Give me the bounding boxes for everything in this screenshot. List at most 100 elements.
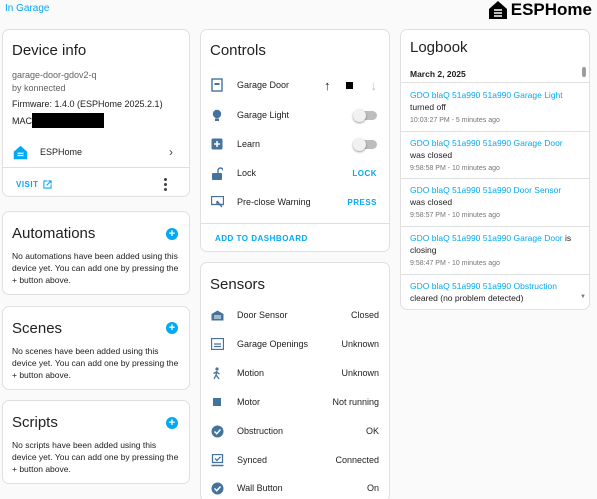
control-label: Pre-close Warning	[237, 197, 311, 207]
scripts-title: Scripts	[12, 414, 58, 431]
divider	[3, 167, 189, 168]
open-in-new-icon	[42, 180, 52, 189]
integration-row[interactable]: ESPHome ›	[3, 139, 189, 165]
garage-door-icon	[211, 78, 223, 92]
automations-title: Automations	[12, 225, 96, 242]
scripts-card: Scripts + No scripts have been added usi…	[2, 400, 190, 484]
scenes-title: Scenes	[12, 320, 63, 337]
sensor-value: Unknown	[341, 368, 379, 378]
logbook-entry-text: cleared (no problem detected)	[410, 293, 524, 303]
add-to-dashboard-button[interactable]: ADD TO DASHBOARD	[215, 234, 308, 243]
close-arrow-icon[interactable]: ↓	[371, 78, 378, 93]
sensor-row-garage-openings[interactable]: Garage Openings Unknown	[201, 330, 389, 358]
garage-icon	[211, 310, 223, 320]
sensor-row-obstruction[interactable]: Obstruction OK	[201, 417, 389, 445]
control-row-learn[interactable]: Learn	[201, 130, 389, 158]
logbook-entry: GDO blaQ 51a990 51a990 Door Sensor was c…	[410, 184, 577, 222]
logbook-entity-link[interactable]: GDO blaQ 51a990 51a990 Garage Door	[410, 138, 563, 148]
device-firmware: Firmware: 1.4.0 (ESPHome 2025.2.1)	[12, 99, 163, 109]
more-menu-icon[interactable]	[164, 178, 168, 191]
brand-name: ESPHome	[510, 0, 592, 19]
sensor-value: Not running	[332, 397, 379, 407]
visit-link[interactable]: VISIT	[16, 180, 52, 189]
lock-button[interactable]: LOCK	[352, 169, 377, 178]
scenes-desc: No scenes have been added using this dev…	[12, 346, 179, 380]
scripts-desc: No scripts have been added using this de…	[12, 440, 179, 474]
logbook-entry-text: was closed	[410, 197, 453, 207]
visit-label: VISIT	[16, 180, 39, 189]
logbook-entity-link[interactable]: GDO blaQ 51a990 51a990 Obstruction	[410, 281, 557, 291]
logbook-entry: GDO blaQ 51a990 51a990 Garage Door is cl…	[410, 232, 577, 270]
logbook-entry-text: turned off	[410, 102, 446, 112]
logbook-entity-link[interactable]: GDO blaQ 51a990 51a990 Door Sensor	[410, 185, 561, 195]
divider	[401, 131, 589, 132]
device-manufacturer: by konnected	[12, 83, 66, 93]
logbook-entry: GDO blaQ 51a990 51a990 Garage Door was c…	[410, 137, 577, 175]
chevron-right-icon: ›	[169, 145, 173, 159]
divider	[201, 223, 389, 224]
top-bar: In Garage ESPHome	[0, 0, 597, 24]
control-row-pre-close-warning[interactable]: Pre-close Warning PRESS	[201, 188, 389, 216]
control-row-garage-door[interactable]: Garage Door ↑ ↓	[201, 71, 389, 99]
logbook-date: March 2, 2025	[410, 69, 466, 79]
logbook-entry-time: 9:58:47 PM - 10 minutes ago	[410, 260, 500, 267]
stop-icon[interactable]	[345, 81, 353, 89]
sensor-row-door-sensor[interactable]: Door Sensor Closed	[201, 301, 389, 329]
logbook-entry: GDO blaQ 51a990 51a990 Obstruction clear…	[410, 280, 577, 304]
add-script-button[interactable]: +	[166, 417, 178, 429]
logbook-entry-time: 9:58:57 PM - 10 minutes ago	[410, 212, 500, 219]
sensor-value: Unknown	[341, 339, 379, 349]
automations-desc: No automations have been added using thi…	[12, 251, 179, 285]
logbook-card: Logbook March 2, 2025 GDO blaQ 51a990 51…	[400, 29, 590, 310]
device-info-title: Device info	[12, 42, 87, 59]
open-arrow-icon[interactable]: ↑	[324, 78, 331, 93]
sync-icon	[211, 453, 223, 466]
sensor-row-wall-button[interactable]: Wall Button On	[201, 474, 389, 499]
control-label: Learn	[237, 139, 261, 149]
logbook-scrollbar[interactable]	[582, 67, 586, 77]
garage-light-toggle[interactable]	[353, 108, 377, 122]
sensor-row-motor[interactable]: Motor Not running	[201, 388, 389, 416]
sensor-value: Connected	[335, 455, 379, 465]
brand-logo: ESPHome	[488, 0, 592, 20]
sensors-card: Sensors Door Sensor Closed Garage Openin…	[200, 262, 390, 499]
device-info-card: Device info garage-door-gdov2-q by konne…	[2, 29, 190, 197]
learn-toggle[interactable]	[353, 137, 377, 151]
add-automation-button[interactable]: +	[166, 228, 178, 240]
motor-icon	[213, 398, 221, 406]
sensor-label: Door Sensor	[237, 310, 288, 320]
divider	[401, 274, 589, 275]
sensor-label: Motor	[237, 397, 261, 407]
press-button[interactable]: PRESS	[347, 198, 377, 207]
sensor-label: Synced	[237, 455, 268, 465]
lightbulb-icon	[212, 109, 222, 121]
control-label: Lock	[237, 168, 257, 178]
controls-card: Controls Garage Door ↑ ↓ Garage Light Le…	[200, 29, 390, 252]
control-label: Garage Door	[237, 80, 290, 90]
breadcrumb[interactable]: In Garage	[5, 3, 49, 14]
logbook-entry-time: 9:58:58 PM - 10 minutes ago	[410, 165, 500, 172]
sensor-label: Garage Openings	[237, 339, 309, 349]
sensor-row-synced[interactable]: Synced Connected	[201, 446, 389, 474]
mac-redacted-box	[32, 113, 104, 128]
plus-box-icon	[211, 138, 223, 150]
divider	[401, 178, 589, 179]
logbook-entity-link[interactable]: GDO blaQ 51a990 51a990 Garage Light	[410, 90, 563, 100]
walk-icon	[212, 366, 220, 379]
control-row-garage-light[interactable]: Garage Light	[201, 101, 389, 129]
add-scene-button[interactable]: +	[166, 322, 178, 334]
integration-name: ESPHome	[40, 147, 83, 157]
sensors-title: Sensors	[210, 276, 266, 293]
control-label: Garage Light	[237, 110, 290, 120]
logbook-title: Logbook	[410, 39, 468, 56]
scroll-down-icon[interactable]: ▼	[580, 294, 586, 300]
logbook-entity-link[interactable]: GDO blaQ 51a990 51a990 Garage Door	[410, 233, 563, 243]
monitor-icon	[210, 196, 224, 208]
sensor-row-motion[interactable]: Motion Unknown	[201, 359, 389, 387]
divider	[401, 226, 589, 227]
logbook-entry: GDO blaQ 51a990 51a990 Garage Light turn…	[410, 89, 577, 127]
garage-counter-icon	[210, 338, 224, 350]
control-row-lock[interactable]: Lock LOCK	[201, 159, 389, 187]
divider	[401, 82, 589, 83]
sensor-label: Wall Button	[237, 483, 283, 493]
